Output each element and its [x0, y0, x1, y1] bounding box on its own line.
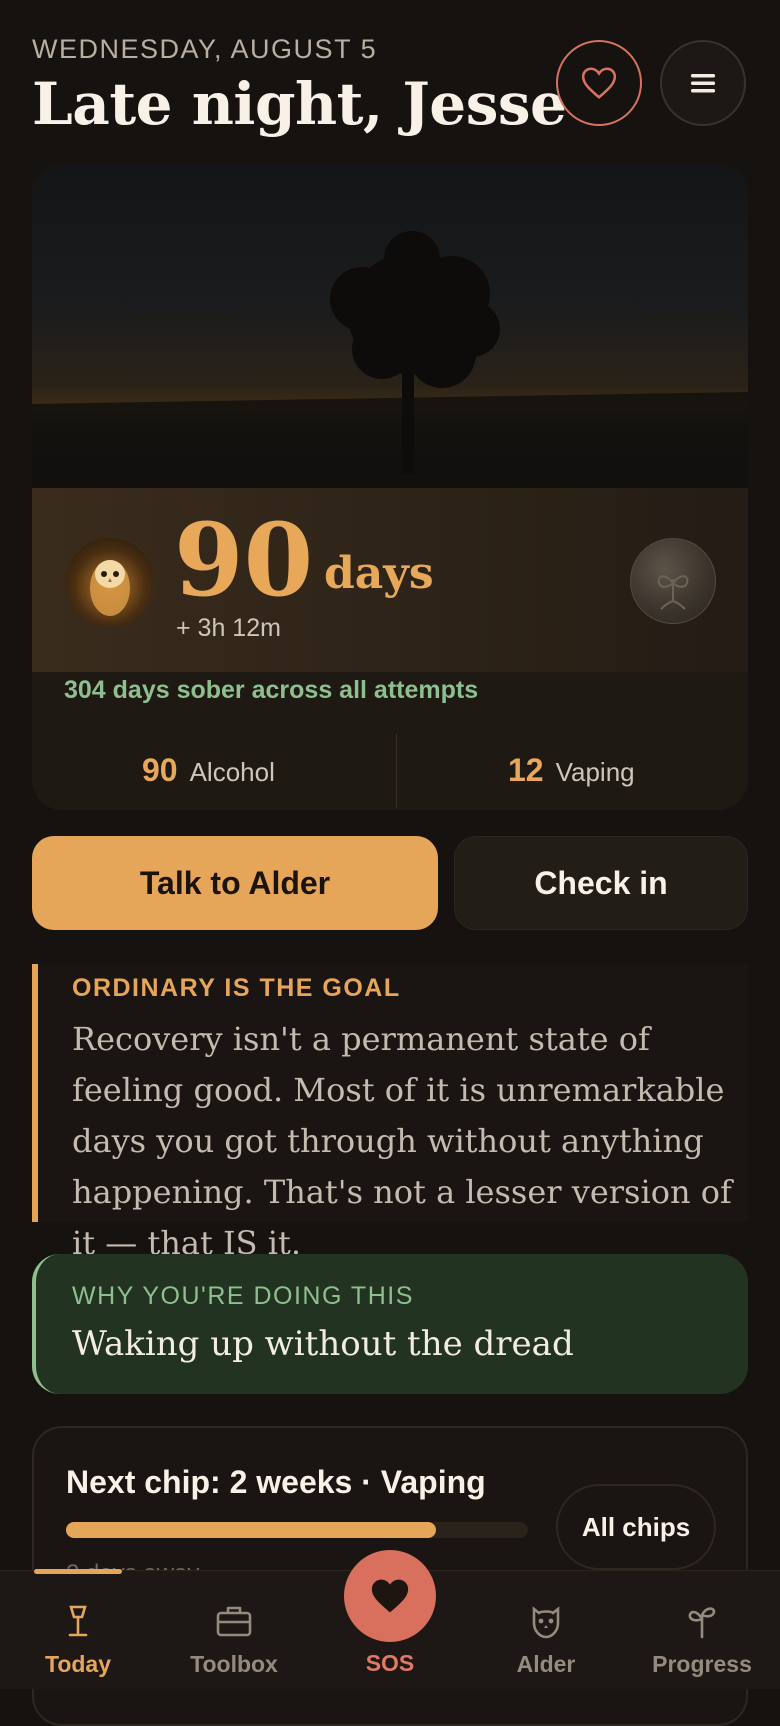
sprout-icon [688, 1607, 716, 1639]
vaping-streak-label: Vaping [555, 757, 635, 787]
vaping-streak-count: 12 [508, 752, 544, 788]
date-label: WEDNESDAY, AUGUST 5 [32, 34, 378, 64]
why-text: Waking up without the dread [72, 1324, 574, 1364]
next-chip-progress-fill [66, 1522, 436, 1538]
menu-button[interactable] [660, 40, 746, 126]
owl-avatar [64, 536, 156, 628]
alcohol-streak[interactable]: 90 Alcohol [142, 752, 275, 789]
lamp-icon [68, 1605, 88, 1637]
greeting-title: Late night, Jesse [32, 70, 567, 138]
next-chip-progress-track [66, 1522, 528, 1538]
nav-item-toolbox[interactable]: Toolbox [164, 1571, 304, 1689]
streak-card: 90 days + 3h 12m 304 days sober across a… [32, 164, 748, 810]
check-in-button[interactable]: Check in [454, 836, 748, 930]
why-kicker: WHY YOU'RE DOING THIS [72, 1282, 414, 1310]
night-tree-image [32, 164, 748, 488]
quote-card: ORDINARY IS THE GOAL Recovery isn't a pe… [32, 964, 748, 1262]
hamburger-icon [691, 74, 715, 93]
toolbox-icon [216, 1606, 252, 1637]
sos-button[interactable] [344, 1550, 436, 1642]
total-sober-days: 304 days sober across all attempts [64, 676, 479, 704]
favorites-button[interactable] [556, 40, 642, 126]
next-chip-title: Next chip: 2 weeks · Vaping [66, 1464, 486, 1500]
quote-body: Recovery isn't a permanent state of feel… [72, 1020, 732, 1262]
nav-item-alder[interactable]: Alder [476, 1571, 616, 1689]
nav-label-progress: Progress [652, 1651, 752, 1677]
nav-label-alder: Alder [516, 1651, 576, 1677]
streak-days-count: 90 [174, 501, 314, 619]
why-card[interactable]: WHY YOU'RE DOING THIS Waking up without … [32, 1254, 748, 1394]
chip-coin[interactable] [630, 538, 716, 624]
heart-outline-icon [581, 67, 617, 99]
nav-label-today: Today [44, 1651, 112, 1677]
streak-extra-time: + 3h 12m [176, 614, 281, 642]
sprout-emblem-icon [657, 575, 689, 610]
nav-item-today[interactable]: Today [8, 1571, 148, 1689]
owl-face-icon [532, 1606, 560, 1639]
alcohol-streak-label: Alcohol [189, 757, 275, 787]
nav-item-progress[interactable]: Progress [632, 1571, 772, 1689]
vaping-streak[interactable]: 12 Vaping [508, 752, 635, 789]
streak-days-unit: days [324, 548, 434, 599]
all-chips-button[interactable]: All chips [556, 1484, 716, 1570]
nav-label-toolbox: Toolbox [190, 1651, 278, 1677]
talk-to-alder-button[interactable]: Talk to Alder [32, 836, 438, 930]
owl-icon [90, 560, 130, 616]
quote-kicker: ORDINARY IS THE GOAL [72, 974, 401, 1002]
heart-icon [371, 1579, 409, 1613]
alcohol-streak-count: 90 [142, 752, 178, 788]
sos-label: SOS [365, 1650, 415, 1676]
